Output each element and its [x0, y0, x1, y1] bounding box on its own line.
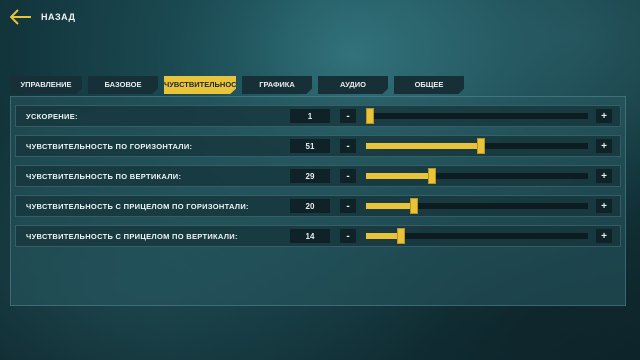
slider-handle[interactable]	[477, 138, 485, 154]
increase-button[interactable]: +	[596, 199, 612, 213]
setting-label: ЧУВСТВИТЕЛЬНОСТЬ С ПРИЦЕЛОМ ПО ВЕРТИКАЛИ…	[26, 231, 238, 241]
setting-row-aim-vertical: ЧУВСТВИТЕЛЬНОСТЬ С ПРИЦЕЛОМ ПО ВЕРТИКАЛИ…	[15, 225, 621, 247]
decrease-button[interactable]: -	[340, 229, 356, 243]
setting-value: 51	[290, 139, 330, 153]
decrease-button[interactable]: -	[340, 109, 356, 123]
tab-controls[interactable]: УПРАВЛЕНИЕ	[10, 76, 82, 94]
arrow-left-icon	[10, 9, 31, 25]
tab-bar: УПРАВЛЕНИЕ БАЗОВОЕ ЧУВСТВИТЕЛЬНОСТЬ ГРАФ…	[10, 76, 470, 94]
back-label: НАЗАД	[41, 12, 76, 22]
slider-fill	[366, 173, 429, 179]
tab-basic[interactable]: БАЗОВОЕ	[88, 76, 158, 94]
setting-row-horizontal: ЧУВСТВИТЕЛЬНОСТЬ ПО ГОРИЗОНТАЛИ: 51 - +	[15, 135, 621, 157]
setting-row-vertical: ЧУВСТВИТЕЛЬНОСТЬ ПО ВЕРТИКАЛИ: 29 - +	[15, 165, 621, 187]
slider-handle[interactable]	[410, 198, 419, 214]
setting-label: ЧУВСТВИТЕЛЬНОСТЬ С ПРИЦЕЛОМ ПО ГОРИЗОНТА…	[26, 201, 249, 211]
tab-general[interactable]: ОБЩЕЕ	[394, 76, 464, 94]
setting-label: ЧУВСТВИТЕЛЬНОСТЬ ПО ГОРИЗОНТАЛИ:	[26, 141, 193, 151]
increase-button[interactable]: +	[596, 109, 612, 123]
setting-value: 14	[290, 229, 330, 243]
slider-track[interactable]	[366, 198, 588, 214]
setting-row-acceleration: УСКОРЕНИЕ: 1 - +	[15, 105, 621, 127]
slider-handle[interactable]	[428, 168, 437, 184]
decrease-button[interactable]: -	[340, 139, 356, 153]
setting-label: ЧУВСТВИТЕЛЬНОСТЬ ПО ВЕРТИКАЛИ:	[26, 171, 182, 181]
setting-value: 29	[290, 169, 330, 183]
slider-handle[interactable]	[366, 108, 374, 124]
decrease-button[interactable]: -	[340, 169, 356, 183]
increase-button[interactable]: +	[596, 169, 612, 183]
settings-panel: УСКОРЕНИЕ: 1 - + ЧУВСТВИТЕЛЬНОСТЬ ПО ГОР…	[10, 96, 626, 306]
tab-audio[interactable]: АУДИО	[318, 76, 388, 94]
slider-track[interactable]	[366, 168, 588, 184]
increase-button[interactable]: +	[596, 229, 612, 243]
setting-value: 1	[290, 109, 330, 123]
decrease-button[interactable]: -	[340, 199, 356, 213]
increase-button[interactable]: +	[596, 139, 612, 153]
setting-row-aim-horizontal: ЧУВСТВИТЕЛЬНОСТЬ С ПРИЦЕЛОМ ПО ГОРИЗОНТА…	[15, 195, 621, 217]
slider-track[interactable]	[366, 228, 588, 244]
slider-track[interactable]	[366, 108, 588, 124]
slider-fill	[366, 203, 411, 209]
setting-value: 20	[290, 199, 330, 213]
slider-fill	[366, 233, 398, 239]
slider-handle[interactable]	[397, 228, 406, 244]
slider-fill	[366, 143, 477, 149]
slider-track[interactable]	[366, 138, 588, 154]
setting-label: УСКОРЕНИЕ:	[26, 111, 78, 121]
tab-sensitivity[interactable]: ЧУВСТВИТЕЛЬНОСТЬ	[164, 76, 236, 94]
tab-graphics[interactable]: ГРАФИКА	[242, 76, 312, 94]
back-button[interactable]: НАЗАД	[10, 8, 75, 26]
